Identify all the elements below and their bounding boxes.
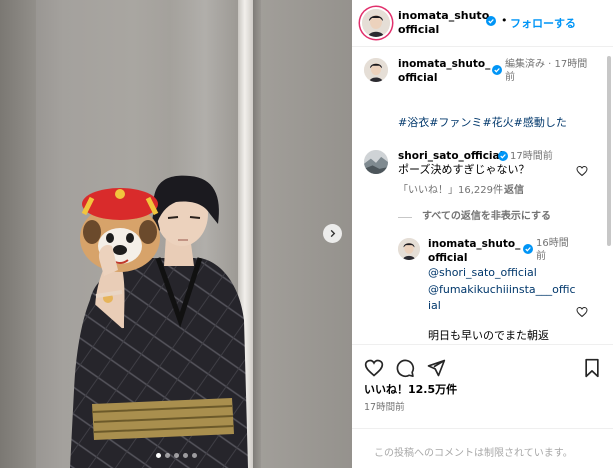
reply-mention[interactable]: @fumakikuchiiinsta___official [428, 282, 578, 314]
comment-icon[interactable] [395, 358, 415, 378]
comments-list[interactable]: inomata_shuto_official 編集済み · 17時間前 #浴衣#… [352, 48, 613, 344]
hide-replies-toggle[interactable]: すべての返信を非表示にする [422, 210, 551, 223]
reply-mention[interactable]: @shori_sato_official [428, 265, 537, 281]
carousel-dot-4 [183, 453, 188, 458]
carousel-dot-5 [192, 453, 197, 458]
comment-text: ポーズ決めすぎじゃない？ [398, 163, 530, 176]
post-photo [0, 0, 352, 468]
carousel-dot-3 [174, 453, 179, 458]
reply-time: 16時間前 [536, 238, 569, 262]
carousel-dot-2 [165, 453, 170, 458]
follow-button[interactable]: フォローする [510, 15, 576, 31]
chevron-right-icon [330, 229, 336, 238]
heart-icon[interactable] [576, 165, 588, 177]
verified-badge-icon [492, 65, 502, 75]
hashtag[interactable]: #感動した [514, 116, 567, 129]
avatar-image [398, 238, 420, 260]
reply-button[interactable]: 返信 [504, 184, 524, 197]
replies-divider [398, 217, 412, 218]
avatar-image [362, 9, 390, 37]
comment-username[interactable]: shori_sato_official [398, 149, 503, 163]
share-icon[interactable] [426, 358, 446, 378]
carousel-dots [156, 453, 197, 458]
comments-scrollbar[interactable] [607, 56, 611, 246]
reply-avatar[interactable] [398, 238, 420, 260]
comment-likes[interactable]: 「いいね！」16,229件 [398, 184, 503, 197]
avatar-image [364, 58, 388, 82]
carousel-next-button[interactable] [323, 224, 342, 243]
separator-dot: • [501, 14, 508, 27]
hashtag[interactable]: #花火 [482, 116, 513, 129]
caption-meta: 編集済み · 17時間前 [505, 59, 588, 83]
author-username[interactable]: inomata_shuto_official [398, 9, 498, 37]
reply-username[interactable]: inomata_shuto_official [428, 237, 521, 265]
person-figure [70, 175, 248, 468]
comments-restricted-notice: この投稿へのコメントは制限されています。 [374, 448, 573, 459]
reply-text: 明日も早いのでまた朝返 [428, 329, 549, 342]
commenter-avatar[interactable] [364, 150, 388, 174]
post-side-panel: inomata_shuto_official • フォローする inomata_… [352, 0, 613, 468]
author-avatar[interactable] [362, 9, 390, 37]
hashtag[interactable]: #ファンミ [429, 116, 482, 129]
caption-username[interactable]: inomata_shuto_official [398, 57, 492, 85]
verified-badge-icon [486, 16, 496, 26]
hashtag[interactable]: #浴衣 [398, 116, 429, 129]
heart-icon[interactable] [576, 306, 588, 318]
likes-count[interactable]: いいね！12.5万件 [364, 381, 457, 397]
caption-avatar[interactable] [364, 58, 388, 82]
caption-hashtags: #浴衣#ファンミ#花火#感動した [398, 114, 567, 130]
post-header: inomata_shuto_official • フォローする [352, 0, 613, 47]
post-time[interactable]: 17時間前 [364, 399, 405, 413]
verified-badge-icon [498, 151, 508, 161]
verified-badge-icon [523, 244, 533, 254]
bookmark-icon[interactable] [583, 358, 601, 378]
heart-icon[interactable] [364, 358, 384, 378]
avatar-image [364, 150, 388, 174]
carousel-dot-1 [156, 453, 161, 458]
